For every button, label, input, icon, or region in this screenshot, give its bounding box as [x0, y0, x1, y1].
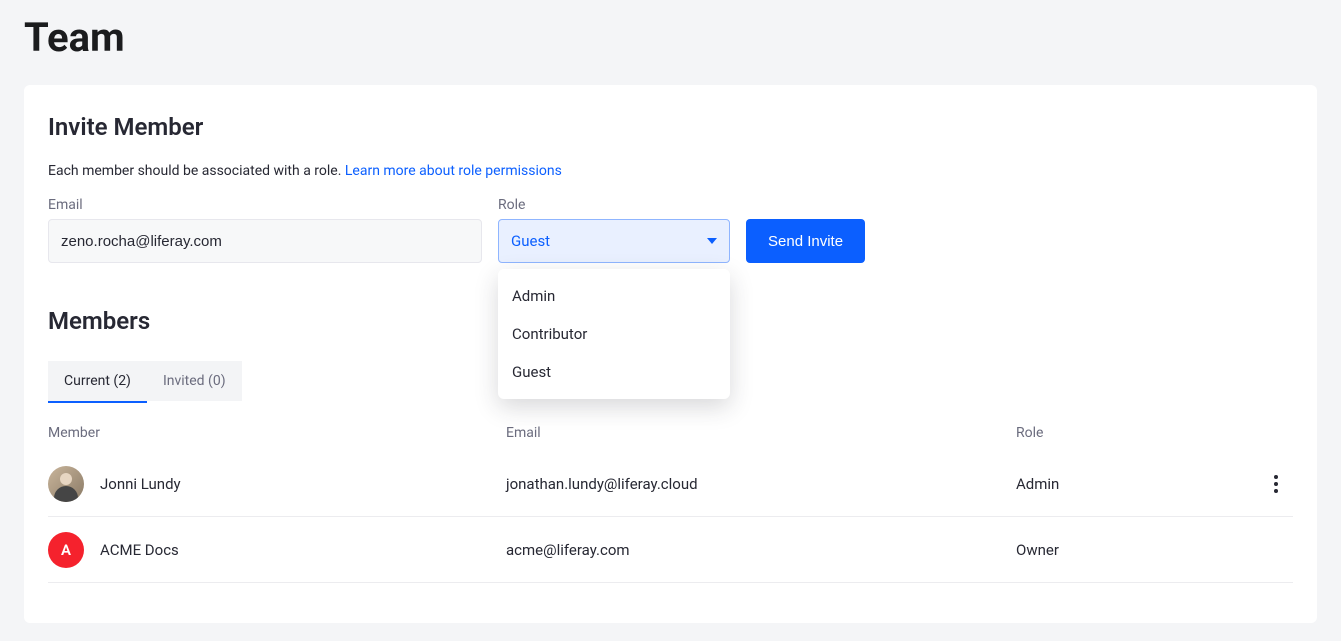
role-option-contributor[interactable]: Contributor: [498, 315, 730, 353]
email-field[interactable]: [48, 219, 482, 263]
member-role: Admin: [1016, 475, 1248, 493]
email-label: Email: [48, 197, 482, 213]
dots-vertical-icon: [1274, 475, 1278, 479]
team-card: Invite Member Each member should be asso…: [24, 85, 1317, 623]
role-permissions-link[interactable]: Learn more about role permissions: [345, 163, 562, 179]
role-label: Role: [498, 197, 730, 213]
invite-helper-static: Each member should be associated with a …: [48, 163, 345, 179]
col-header-email: Email: [506, 425, 1016, 441]
role-option-guest[interactable]: Guest: [498, 353, 730, 391]
table-row: Jonni Lundy jonathan.lundy@liferay.cloud…: [48, 451, 1293, 517]
tab-current[interactable]: Current (2): [48, 361, 147, 401]
send-invite-button[interactable]: Send Invite: [746, 219, 865, 263]
avatar: [48, 466, 84, 502]
role-select[interactable]: Guest: [498, 219, 730, 263]
member-name: Jonni Lundy: [100, 475, 181, 493]
avatar: A: [48, 532, 84, 568]
tab-invited[interactable]: Invited (0): [147, 361, 242, 401]
page-title: Team: [24, 0, 1317, 85]
member-role: Owner: [1016, 541, 1248, 559]
table-row: A ACME Docs acme@liferay.com Owner: [48, 517, 1293, 583]
role-selected-value: Guest: [511, 232, 550, 250]
member-email: acme@liferay.com: [506, 541, 1016, 559]
col-header-member: Member: [48, 425, 506, 441]
member-name: ACME Docs: [100, 541, 179, 559]
role-option-admin[interactable]: Admin: [498, 277, 730, 315]
invite-helper-text: Each member should be associated with a …: [48, 163, 1293, 179]
member-email: jonathan.lundy@liferay.cloud: [506, 475, 1016, 493]
chevron-down-icon: [707, 238, 717, 244]
members-table: Member Email Role Jonni Lundy jonathan.l…: [48, 425, 1293, 583]
col-header-role: Role: [1016, 425, 1248, 441]
row-actions-button[interactable]: [1264, 472, 1288, 496]
role-dropdown: Admin Contributor Guest: [498, 269, 730, 399]
invite-section-title: Invite Member: [48, 113, 1293, 141]
